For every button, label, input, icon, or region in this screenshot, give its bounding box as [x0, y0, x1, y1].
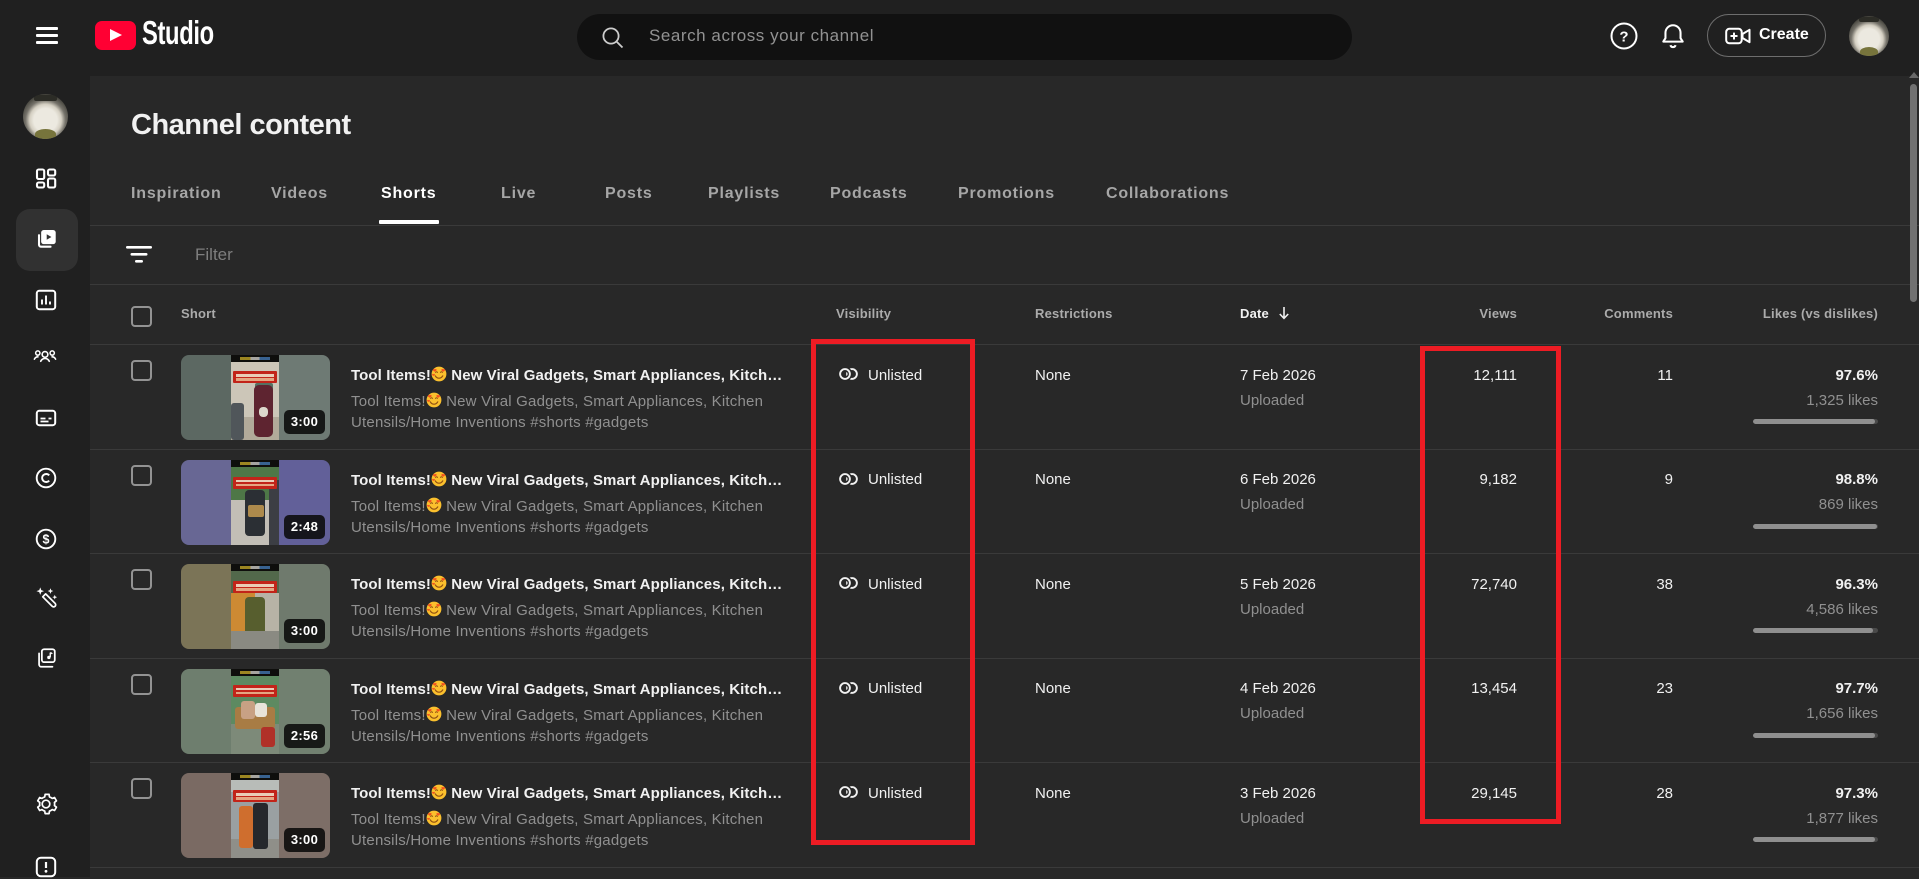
svg-text:?: ? — [1619, 29, 1628, 46]
svg-text:$: $ — [43, 533, 50, 547]
